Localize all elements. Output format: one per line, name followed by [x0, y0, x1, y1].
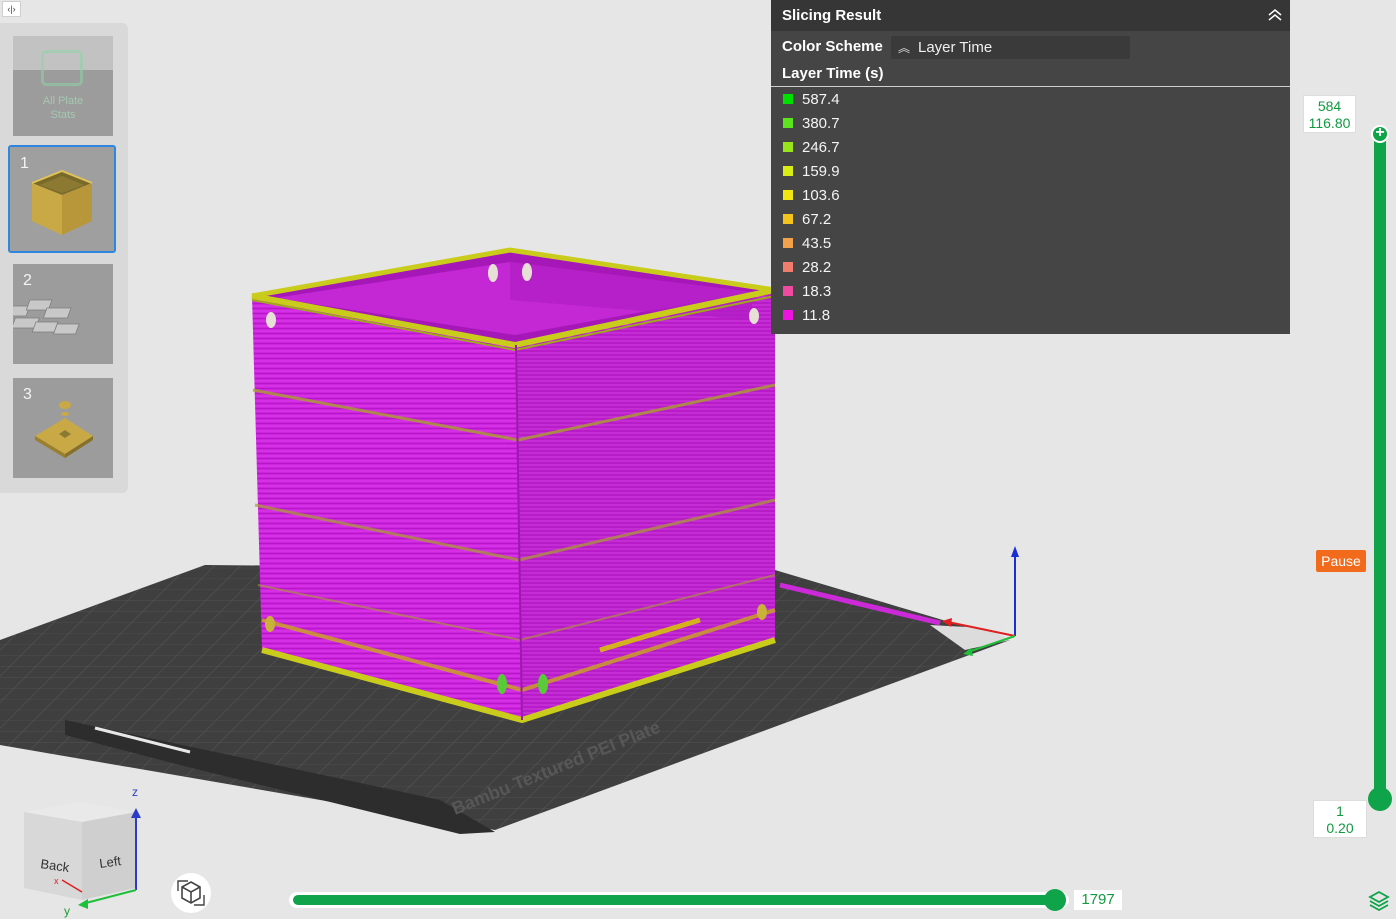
- plate-number: 2: [23, 272, 32, 289]
- view-cube-icon: [177, 880, 205, 906]
- plus-icon: +: [1375, 124, 1385, 141]
- top-layer-height: 116.80: [1308, 115, 1351, 131]
- legend-value: 246.7: [802, 139, 840, 156]
- color-scheme-value: Layer Time: [918, 39, 993, 56]
- plate-thumb-2[interactable]: 2: [13, 264, 113, 364]
- view-cube-left-label: Left: [98, 853, 122, 871]
- view-cube-z-label: z: [132, 785, 138, 799]
- legend-value: 380.7: [802, 115, 840, 132]
- bottom-layer-label: 1 0.20: [1313, 800, 1367, 838]
- legend-value: 67.2: [802, 211, 832, 228]
- all-plates-stats-thumb[interactable]: All Plate Stats: [13, 36, 113, 136]
- all-plates-label-line2: Stats: [50, 109, 76, 121]
- plate-number: 1: [20, 155, 29, 172]
- move-slider-value: 1797: [1074, 890, 1122, 910]
- legend-swatch: [783, 166, 793, 176]
- legend-swatch: [783, 262, 793, 272]
- legend-value: 43.5: [802, 235, 832, 252]
- top-layer-handle[interactable]: +: [1371, 124, 1389, 143]
- legend-value: 587.4: [802, 91, 840, 108]
- color-scheme-dropdown[interactable]: ︽ Layer Time: [891, 36, 1130, 59]
- legend-value: 103.6: [802, 187, 840, 204]
- legend-swatch: [783, 118, 793, 128]
- plate-list-panel: All Plate Stats 1 2 3: [0, 23, 128, 493]
- legend-swatch: [783, 142, 793, 152]
- bottom-layer-handle[interactable]: [1368, 787, 1392, 811]
- bottom-layer-number: 1: [1336, 803, 1344, 819]
- all-plates-label-line1: All Plate: [42, 95, 84, 107]
- reset-view-button[interactable]: [171, 873, 211, 913]
- plate-thumb-3[interactable]: 3: [13, 378, 113, 478]
- legend-value: 18.3: [802, 283, 832, 300]
- chevron-down-icon: ︽: [898, 41, 911, 55]
- move-slider-handle[interactable]: [1044, 889, 1066, 911]
- layers-icon[interactable]: [1367, 888, 1391, 912]
- legend-swatch: [783, 286, 793, 296]
- top-layer-number: 584: [1317, 98, 1342, 114]
- legend-value: 159.9: [802, 163, 840, 180]
- collapse-chevrons-icon[interactable]: [1266, 6, 1284, 24]
- code-brackets-icon: ‹|›: [7, 4, 16, 14]
- legend-title: Layer Time (s): [782, 65, 884, 82]
- legend-value: 11.8: [802, 307, 831, 324]
- all-plates-stats-label: All Plate Stats: [23, 94, 103, 122]
- color-scheme-label: Color Scheme: [782, 38, 883, 55]
- plate-number: 3: [23, 386, 32, 403]
- view-cube[interactable]: Back Left z y x: [24, 785, 141, 918]
- slicing-result-header: Slicing Result: [771, 0, 1290, 31]
- color-scheme-row: Color Scheme ︽ Layer Time: [771, 31, 1290, 61]
- legend-swatch: [783, 238, 793, 248]
- slicing-result-title: Slicing Result: [782, 7, 882, 24]
- view-cube-x-label: x: [54, 876, 59, 886]
- plate-thumb-1[interactable]: 1: [8, 145, 116, 253]
- legend-swatch: [783, 190, 793, 200]
- move-slider-track[interactable]: [293, 895, 1059, 905]
- pause-button[interactable]: Pause: [1316, 550, 1366, 572]
- layer-slider-track[interactable]: [1374, 134, 1386, 798]
- sidebar-toggle-button[interactable]: ‹|›: [2, 1, 21, 17]
- legend-divider: [771, 86, 1290, 87]
- top-layer-label: 584 116.80: [1303, 95, 1356, 133]
- view-cube-y-label: y: [64, 904, 70, 918]
- legend-swatch: [783, 310, 793, 320]
- sliced-model[interactable]: [251, 247, 776, 724]
- legend-swatch: [783, 214, 793, 224]
- bottom-layer-height: 0.20: [1326, 820, 1354, 836]
- legend-swatch: [783, 94, 793, 104]
- legend-value: 28.2: [802, 259, 832, 276]
- stats-icon: [41, 50, 83, 86]
- slicing-result-panel: Slicing Result Color Scheme ︽ Layer Time…: [771, 0, 1290, 334]
